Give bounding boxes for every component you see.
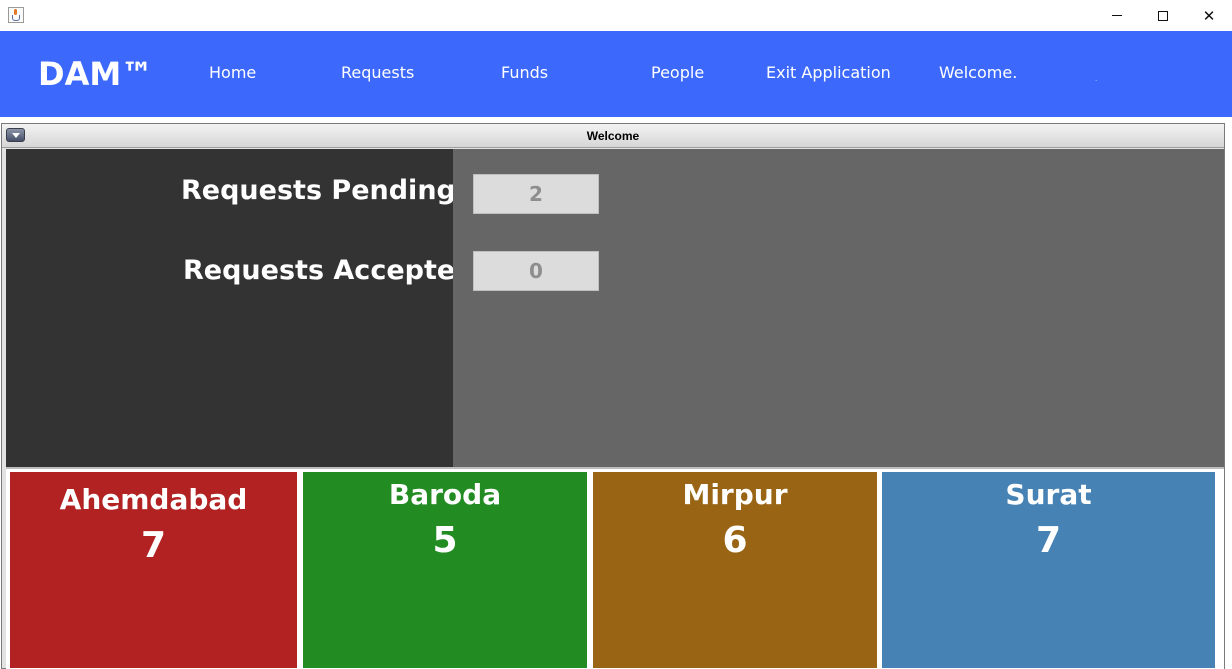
nav-trailing-dot: . xyxy=(1095,74,1098,83)
city-name: Surat xyxy=(1005,478,1092,511)
city-count: 7 xyxy=(1035,520,1062,561)
stats-label-panel: Requests Pending Requests Accepted xyxy=(6,149,475,467)
city-count: 6 xyxy=(722,520,748,561)
nav-welcome[interactable]: Welcome. xyxy=(939,63,1017,83)
nav-exit-application[interactable]: Exit Application xyxy=(766,63,891,83)
city-tile-mirpur[interactable]: Mirpur 6 xyxy=(593,472,877,668)
city-tile-surat[interactable]: Surat 7 xyxy=(882,472,1215,668)
city-tile-baroda[interactable]: Baroda 5 xyxy=(303,472,587,668)
minimize-icon xyxy=(1112,15,1122,16)
close-icon: ✕ xyxy=(1202,7,1216,25)
welcome-internal-frame: Welcome Requests Pending Requests Accept… xyxy=(1,123,1225,669)
maximize-button[interactable] xyxy=(1140,0,1186,31)
close-button[interactable]: ✕ xyxy=(1186,0,1232,31)
city-name: Baroda xyxy=(388,478,502,511)
requests-pending-label: Requests Pending xyxy=(181,175,456,206)
top-navbar: DAM™ Home Requests Funds People Exit App… xyxy=(0,31,1232,117)
city-name: Ahemdabad xyxy=(59,483,248,516)
internal-frame-title-bar: Welcome xyxy=(2,124,1224,148)
minimize-button[interactable] xyxy=(1094,0,1140,31)
maximize-icon xyxy=(1158,10,1168,21)
app-brand: DAM™ xyxy=(38,55,154,93)
requests-accepted-field: 0 xyxy=(473,251,599,291)
java-cup-icon xyxy=(8,7,24,23)
nav-people[interactable]: People xyxy=(651,63,704,83)
nav-funds[interactable]: Funds xyxy=(501,63,548,83)
city-name: Mirpur xyxy=(682,478,788,511)
requests-accepted-label: Requests Accepted xyxy=(183,255,475,286)
stats-value-panel: 2 0 xyxy=(453,149,1224,467)
internal-frame-title: Welcome xyxy=(586,129,640,143)
city-count: 5 xyxy=(432,520,458,561)
city-count: 7 xyxy=(140,525,167,566)
requests-pending-field: 2 xyxy=(473,174,599,214)
city-tile-ahemdabad[interactable]: Ahemdabad 7 xyxy=(10,472,297,668)
nav-requests[interactable]: Requests xyxy=(341,63,414,83)
window-title-bar: ✕ xyxy=(0,0,1232,31)
nav-home[interactable]: Home xyxy=(209,63,256,83)
city-tiles: Ahemdabad 7 Baroda 5 Mirpur 6 Surat 7 xyxy=(6,467,1224,669)
